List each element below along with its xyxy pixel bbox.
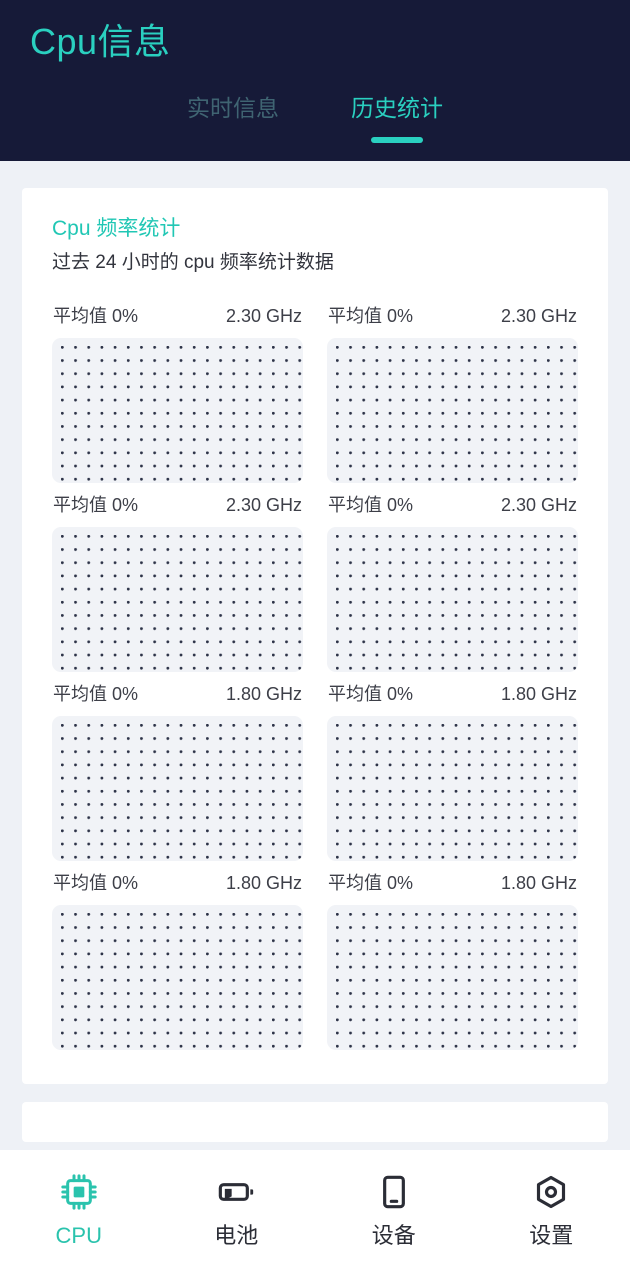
core-frequency-label: 1.80 GHz — [225, 684, 302, 704]
core-average-label: 平均值 0% — [53, 873, 139, 893]
bottom-navigation: CPU 电池 设备 设置 — [0, 1150, 630, 1280]
core-chart-labels: 平均值 0% 1.80 GHz — [52, 674, 303, 716]
page-title: Cpu信息 — [30, 21, 171, 62]
nav-item-settings[interactable]: 设置 — [473, 1172, 630, 1250]
app-header: Cpu信息 实时信息 历史统计 — [0, 0, 630, 161]
core-chart-labels: 平均值 0% 2.30 GHz — [327, 296, 578, 338]
core-frequency-label: 1.80 GHz — [225, 873, 302, 893]
nav-item-device[interactable]: 设备 — [315, 1172, 473, 1250]
core-average-label: 平均值 0% — [328, 495, 414, 515]
core-average-label: 平均值 0% — [328, 684, 414, 704]
core-chart-labels: 平均值 0% 2.30 GHz — [327, 485, 578, 527]
settings-icon — [531, 1172, 571, 1212]
core-chart-labels: 平均值 0% 1.80 GHz — [327, 863, 578, 905]
card-title: Cpu 频率统计 — [52, 217, 181, 240]
core-chart-cell[interactable]: 平均值 0% 2.30 GHz — [327, 485, 578, 674]
tab-realtime[interactable]: 实时信息 — [181, 93, 285, 123]
tab-history-label: 历史统计 — [351, 95, 443, 121]
nav-label-device: 设备 — [371, 1223, 416, 1248]
core-chart-plot — [327, 527, 578, 672]
core-chart-cell[interactable]: 平均值 0% 1.80 GHz — [327, 863, 578, 1052]
cpu-frequency-card: Cpu 频率统计 过去 24 小时的 cpu 频率统计数据 平均值 0% 2.3… — [22, 188, 608, 1084]
core-chart-plot — [327, 905, 578, 1050]
core-chart-labels: 平均值 0% 1.80 GHz — [52, 863, 303, 905]
content-scroll-area[interactable]: Cpu 频率统计 过去 24 小时的 cpu 频率统计数据 平均值 0% 2.3… — [0, 161, 630, 1150]
device-icon — [374, 1172, 414, 1212]
cpu-chip-icon — [59, 1172, 99, 1212]
core-frequency-label: 1.80 GHz — [500, 873, 577, 893]
core-chart-cell[interactable]: 平均值 0% 2.30 GHz — [52, 296, 303, 485]
nav-label-settings: 设置 — [529, 1223, 574, 1248]
nav-label-battery: 电池 — [214, 1223, 259, 1248]
core-frequency-label: 2.30 GHz — [500, 495, 577, 515]
core-chart-labels: 平均值 0% 1.80 GHz — [327, 674, 578, 716]
core-frequency-label: 2.30 GHz — [500, 306, 577, 326]
tab-underline — [371, 137, 423, 143]
nav-label-cpu: CPU — [55, 1223, 102, 1248]
core-average-label: 平均值 0% — [53, 306, 139, 326]
core-chart-cell[interactable]: 平均值 0% 1.80 GHz — [52, 674, 303, 863]
tab-history[interactable]: 历史统计 — [345, 93, 449, 143]
core-chart-plot — [52, 527, 303, 672]
core-frequency-label: 2.30 GHz — [225, 495, 302, 515]
next-card-partial[interactable] — [22, 1102, 608, 1142]
tab-bar: 实时信息 历史统计 — [0, 93, 630, 161]
core-chart-plot — [52, 716, 303, 861]
tab-realtime-label: 实时信息 — [187, 95, 279, 121]
core-chart-plot — [52, 338, 303, 483]
core-chart-grid: 平均值 0% 2.30 GHz 平均值 0% 2.30 GHz 平均值 0% 2… — [52, 296, 578, 1052]
nav-item-cpu[interactable]: CPU — [0, 1172, 158, 1250]
core-chart-plot — [327, 338, 578, 483]
core-average-label: 平均值 0% — [53, 684, 139, 704]
core-average-label: 平均值 0% — [328, 873, 414, 893]
battery-icon — [216, 1172, 256, 1212]
core-average-label: 平均值 0% — [53, 495, 139, 515]
core-frequency-label: 2.30 GHz — [225, 306, 302, 326]
core-chart-labels: 平均值 0% 2.30 GHz — [52, 296, 303, 338]
core-frequency-label: 1.80 GHz — [500, 684, 577, 704]
nav-item-battery[interactable]: 电池 — [158, 1172, 316, 1250]
core-chart-cell[interactable]: 平均值 0% 2.30 GHz — [327, 296, 578, 485]
core-chart-plot — [52, 905, 303, 1050]
core-chart-cell[interactable]: 平均值 0% 1.80 GHz — [327, 674, 578, 863]
core-chart-labels: 平均值 0% 2.30 GHz — [52, 485, 303, 527]
core-average-label: 平均值 0% — [328, 306, 414, 326]
core-chart-cell[interactable]: 平均值 0% 1.80 GHz — [52, 863, 303, 1052]
core-chart-cell[interactable]: 平均值 0% 2.30 GHz — [52, 485, 303, 674]
core-chart-plot — [327, 716, 578, 861]
card-subtitle: 过去 24 小时的 cpu 频率统计数据 — [52, 252, 334, 273]
